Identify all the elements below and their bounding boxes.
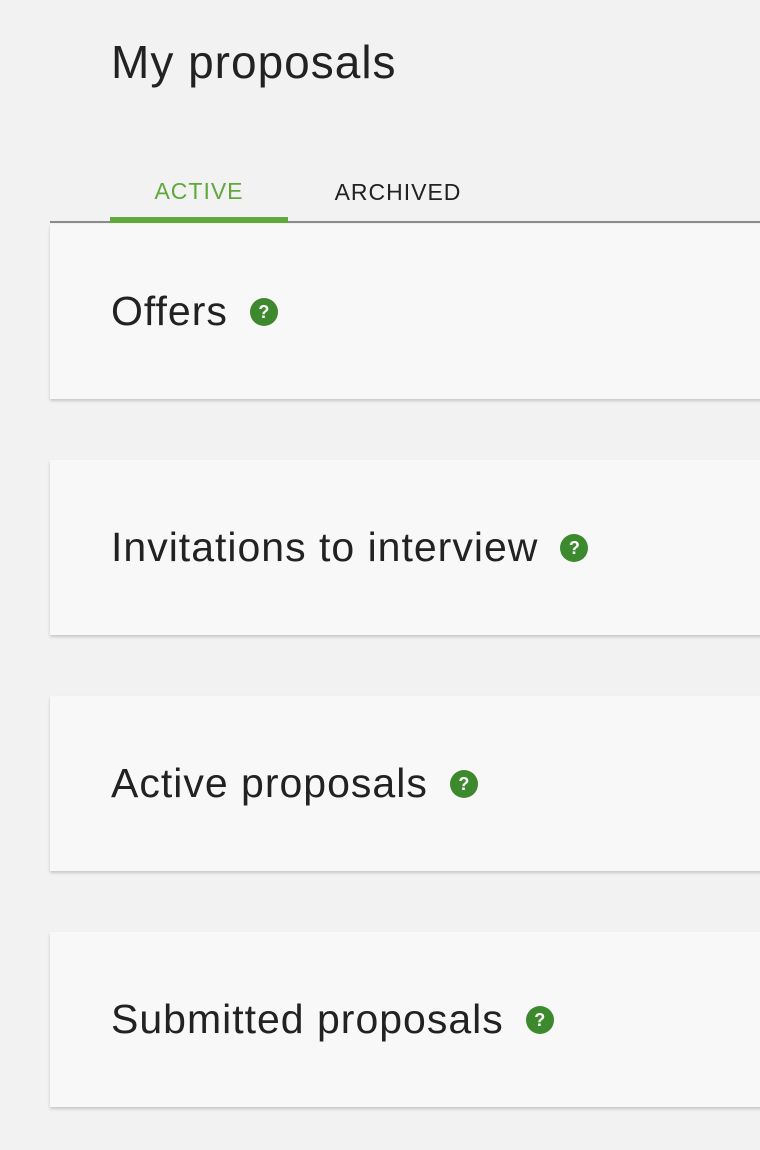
page: My proposals ACTIVE ARCHIVED Offers ? In… bbox=[0, 0, 760, 1150]
section-title: Active proposals bbox=[111, 760, 428, 806]
section-active-proposals[interactable]: Active proposals ? bbox=[50, 696, 760, 871]
tab-bar: ACTIVE ARCHIVED bbox=[50, 160, 760, 223]
section-submitted-proposals[interactable]: Submitted proposals ? bbox=[50, 932, 760, 1107]
question-circle-icon[interactable]: ? bbox=[249, 297, 278, 326]
section-invitations-to-interview[interactable]: Invitations to interview ? bbox=[50, 460, 760, 635]
page-title: My proposals bbox=[111, 36, 397, 88]
question-circle-icon[interactable]: ? bbox=[560, 533, 589, 562]
section-title: Submitted proposals bbox=[111, 996, 504, 1042]
section-offers[interactable]: Offers ? bbox=[50, 224, 760, 399]
question-circle-icon[interactable]: ? bbox=[449, 769, 478, 798]
tab-active[interactable]: ACTIVE bbox=[110, 160, 288, 223]
tab-archived[interactable]: ARCHIVED bbox=[308, 160, 488, 221]
question-circle-icon[interactable]: ? bbox=[525, 1005, 554, 1034]
section-title: Invitations to interview bbox=[111, 524, 539, 570]
section-title: Offers bbox=[111, 288, 228, 334]
